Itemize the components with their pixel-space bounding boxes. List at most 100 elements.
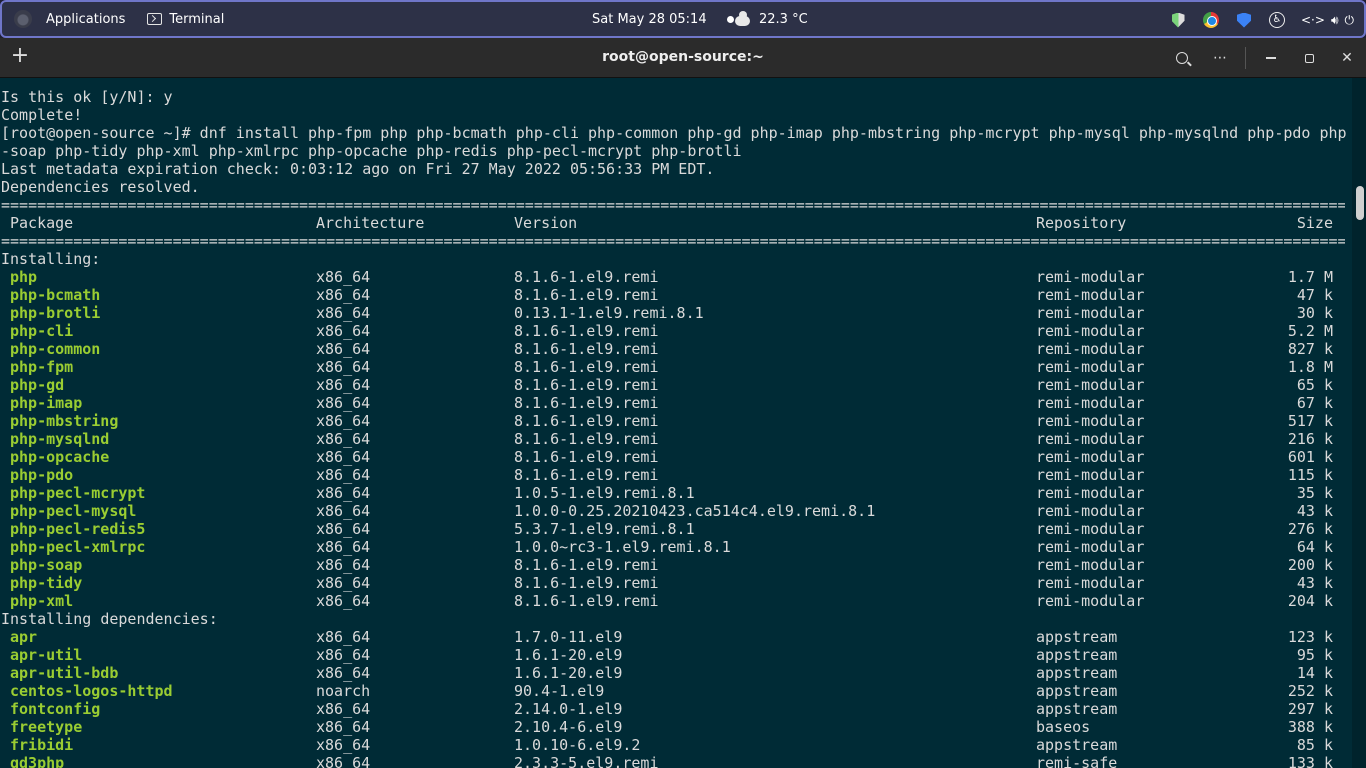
package-size: 1.8 M <box>1287 358 1333 376</box>
vpn-shield-icon[interactable] <box>1235 11 1253 29</box>
package-arch: x86_64 <box>316 556 371 574</box>
package-repo: remi-modular <box>1036 556 1145 574</box>
package-version: 2.10.4-6.el9 <box>514 718 623 736</box>
maximize-button[interactable] <box>1290 38 1328 78</box>
package-version: 1.6.1-20.el9 <box>514 664 623 682</box>
package-name: php-brotli <box>10 304 101 322</box>
table-row: apr-util-bdb x86_64 1.6.1-20.el9 appstream 1… <box>0 664 1348 682</box>
package-name: php-pdo <box>10 466 74 484</box>
table-row: apr x86_64 1.7.0-11.el9 appstream 123 k <box>0 628 1348 646</box>
menu-button[interactable]: ⋯ <box>1201 38 1239 78</box>
package-version: 90.4-1.el9 <box>514 682 605 700</box>
package-name: php <box>10 268 38 286</box>
table-row: php-mbstring x86_64 8.1.6-1.el9.remi remi-m… <box>0 412 1348 430</box>
package-size: 35 k <box>1296 484 1333 502</box>
table-row: php-mysqlnd x86_64 8.1.6-1.el9.remi remi-mo… <box>0 430 1348 448</box>
package-version: 8.1.6-1.el9.remi <box>514 286 659 304</box>
package-repo: remi-modular <box>1036 484 1145 502</box>
chrome-icon[interactable] <box>1202 11 1220 29</box>
package-name: apr-util <box>10 646 83 664</box>
package-repo: appstream <box>1036 700 1118 718</box>
table-row: gd3php x86_64 2.3.3-5.el9.remi remi-safe 133… <box>0 754 1348 768</box>
table-row: apr-util x86_64 1.6.1-20.el9 appstream 95 k <box>0 646 1348 664</box>
package-version: 8.1.6-1.el9.remi <box>514 574 659 592</box>
package-repo: appstream <box>1036 682 1118 700</box>
minimize-button[interactable] <box>1252 38 1290 78</box>
table-row: freetype x86_64 2.10.4-6.el9 baseos 388 k <box>0 718 1348 736</box>
package-repo: remi-modular <box>1036 304 1145 322</box>
system-menu[interactable]: <·> 🔊︎ ⏻ <box>1301 13 1354 28</box>
package-version: 1.7.0-11.el9 <box>514 628 623 646</box>
output-line: Dependencies resolved. <box>1 178 200 196</box>
package-size: 517 k <box>1287 412 1333 430</box>
package-arch: x86_64 <box>316 376 371 394</box>
package-repo: remi-modular <box>1036 592 1145 610</box>
package-arch: x86_64 <box>316 358 371 376</box>
window-title: root@open-source:~ <box>602 49 764 65</box>
table-row: php x86_64 8.1.6-1.el9.remi remi-modular 1.7… <box>0 268 1348 286</box>
clock[interactable]: Sat May 28 05:14 <box>592 12 734 27</box>
table-row: fribidi x86_64 1.0.10-6.el9.2 appstream 85 k <box>0 736 1348 754</box>
package-name: php-pecl-xmlrpc <box>10 538 146 556</box>
terminal-app-button[interactable]: Terminal <box>147 12 224 27</box>
table-row: php-fpm x86_64 8.1.6-1.el9.remi remi-modula… <box>0 358 1348 376</box>
table-row: php-xml x86_64 8.1.6-1.el9.remi remi-modula… <box>0 592 1348 610</box>
package-size: 827 k <box>1287 340 1333 358</box>
package-arch: x86_64 <box>316 538 371 556</box>
package-name: php-bcmath <box>10 286 101 304</box>
package-size: 388 k <box>1287 718 1333 736</box>
table-row: php-pecl-redis5 x86_64 5.3.7-1.el9.remi.8.… <box>0 520 1348 538</box>
package-arch: x86_64 <box>316 574 371 592</box>
search-button[interactable] <box>1163 38 1201 78</box>
close-button[interactable]: ✕ <box>1328 38 1366 78</box>
notification-dot-icon <box>726 16 734 23</box>
terminal-output[interactable]: Is this ok [y/N]: y Complete! [root@open… <box>0 78 1366 768</box>
shield-tray-icon[interactable] <box>1169 11 1187 29</box>
top-panel: Applications Terminal Sat May 28 05:14 2… <box>0 0 1366 38</box>
package-repo: remi-modular <box>1036 520 1145 538</box>
package-arch: x86_64 <box>316 736 371 754</box>
package-name: gd3php <box>10 754 65 768</box>
weather[interactable]: 22.3 °C <box>735 10 808 27</box>
scrollbar-track[interactable] <box>1352 78 1366 768</box>
package-version: 1.0.0~rc3-1.el9.remi.8.1 <box>514 538 731 556</box>
activities-icon[interactable] <box>14 10 32 28</box>
package-repo: remi-safe <box>1036 754 1118 768</box>
table-row: php-cli x86_64 8.1.6-1.el9.remi remi-modula… <box>0 322 1348 340</box>
package-arch: noarch <box>316 682 371 700</box>
package-arch: x86_64 <box>316 628 371 646</box>
table-row: php-gd x86_64 8.1.6-1.el9.remi remi-modular… <box>0 376 1348 394</box>
package-size: 65 k <box>1296 376 1333 394</box>
package-version: 8.1.6-1.el9.remi <box>514 466 659 484</box>
package-name: php-common <box>10 340 101 358</box>
package-repo: appstream <box>1036 736 1118 754</box>
package-version: 8.1.6-1.el9.remi <box>514 556 659 574</box>
package-size: 297 k <box>1287 700 1333 718</box>
package-repo: remi-modular <box>1036 412 1145 430</box>
accessibility-icon[interactable]: ♿ <box>1268 11 1286 29</box>
package-version: 2.3.3-5.el9.remi <box>514 754 659 768</box>
scrollbar-thumb[interactable] <box>1356 186 1364 220</box>
package-version: 8.1.6-1.el9.remi <box>514 430 659 448</box>
header-package: Package <box>10 214 74 232</box>
package-version: 5.3.7-1.el9.remi.8.1 <box>514 520 695 538</box>
package-repo: appstream <box>1036 646 1118 664</box>
table-row: php-pecl-mysql x86_64 1.0.0-0.25.20210423.… <box>0 502 1348 520</box>
package-repo: remi-modular <box>1036 466 1145 484</box>
package-repo: remi-modular <box>1036 430 1145 448</box>
header-separator <box>1245 47 1246 69</box>
header-architecture: Architecture <box>316 214 425 232</box>
package-arch: x86_64 <box>316 394 371 412</box>
package-version: 8.1.6-1.el9.remi <box>514 448 659 466</box>
package-name: freetype <box>10 718 83 736</box>
package-repo: remi-modular <box>1036 268 1145 286</box>
package-arch: x86_64 <box>316 592 371 610</box>
package-arch: x86_64 <box>316 340 371 358</box>
package-arch: x86_64 <box>316 430 371 448</box>
package-repo: remi-modular <box>1036 376 1145 394</box>
package-repo: appstream <box>1036 664 1118 682</box>
package-arch: x86_64 <box>316 448 371 466</box>
applications-menu[interactable]: Applications <box>46 12 125 27</box>
package-name: php-mysqlnd <box>10 430 110 448</box>
package-repo: remi-modular <box>1036 340 1145 358</box>
